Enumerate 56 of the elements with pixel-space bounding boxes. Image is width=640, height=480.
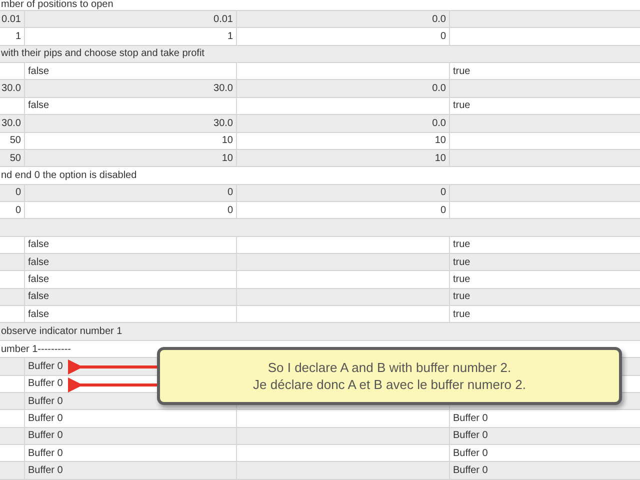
table-cell: Buffer 0 — [28, 378, 63, 390]
table-cell: 0.01 — [214, 14, 233, 25]
table-cell: 0 — [440, 204, 446, 216]
table-cell: 1 — [227, 31, 233, 42]
table-cell: true — [453, 291, 470, 302]
table-cell: 30.0 — [2, 118, 21, 129]
table-cell: 10 — [222, 135, 233, 146]
table-cell: false — [28, 291, 50, 302]
table-cell: 30.0 — [2, 83, 21, 94]
table-cell: false — [28, 256, 50, 268]
table-cell: 30.0 — [214, 83, 233, 94]
table-cell: 30.0 — [214, 118, 233, 129]
table-cell: 1 — [15, 31, 21, 42]
table-cell: Buffer 0 — [453, 448, 488, 459]
table-cell: 50 — [10, 135, 21, 146]
table-cell: 0.0 — [432, 83, 446, 94]
table-cell: Buffer 0 — [28, 396, 63, 407]
table-cell: false — [28, 308, 50, 320]
table-cell: Buffer 0 — [28, 360, 63, 372]
table-cell: 50 — [10, 152, 21, 164]
table-cell: Buffer 0 — [28, 412, 63, 424]
callout-text: So I declare A and B with buffer number 2. — [268, 359, 512, 376]
table-cell: Buffer 0 — [28, 448, 63, 459]
table-cell: 0 — [440, 31, 446, 42]
table-cell: 0.01 — [2, 14, 21, 25]
table-cell: true — [453, 256, 470, 268]
section-header: mber of positions to open — [0, 0, 114, 10]
table-cell: 10 — [222, 152, 233, 164]
table-cell: true — [453, 308, 470, 320]
section-header: observe indicator number 1 — [0, 326, 122, 338]
table-cell: true — [453, 100, 470, 112]
table-cell: Buffer 0 — [28, 430, 63, 442]
table-cell: 0 — [440, 187, 446, 198]
table-cell: 10 — [434, 135, 446, 146]
table-cell: Buffer 0 — [453, 412, 488, 424]
table-cell: Buffer 0 — [453, 465, 488, 476]
section-header: nd end 0 the option is disabled — [0, 170, 137, 181]
table-cell: 0 — [15, 187, 21, 198]
table-cell: 0 — [15, 204, 21, 216]
table-cell: false — [28, 274, 50, 286]
table-cell: 0.0 — [432, 118, 446, 129]
section-header: with their pips and choose stop and take profit — [0, 48, 204, 60]
table-cell: 0.0 — [432, 14, 446, 25]
table-cell: 10 — [434, 152, 446, 164]
table-cell: 0 — [227, 204, 233, 216]
table-cell: false — [28, 100, 50, 112]
callout-text: Je déclare donc A et B avec le buffer numero 2. — [253, 376, 526, 393]
section-header: umber 1---------- — [0, 344, 71, 354]
table-cell: true — [453, 66, 470, 77]
table-cell: false — [28, 66, 50, 77]
table-cell: true — [453, 274, 470, 286]
table-cell: false — [28, 239, 50, 250]
table-cell: Buffer 0 — [453, 430, 488, 442]
table-cell: 0 — [227, 187, 233, 198]
table-cell: Buffer 0 — [28, 465, 63, 476]
table-cell: true — [453, 239, 470, 250]
